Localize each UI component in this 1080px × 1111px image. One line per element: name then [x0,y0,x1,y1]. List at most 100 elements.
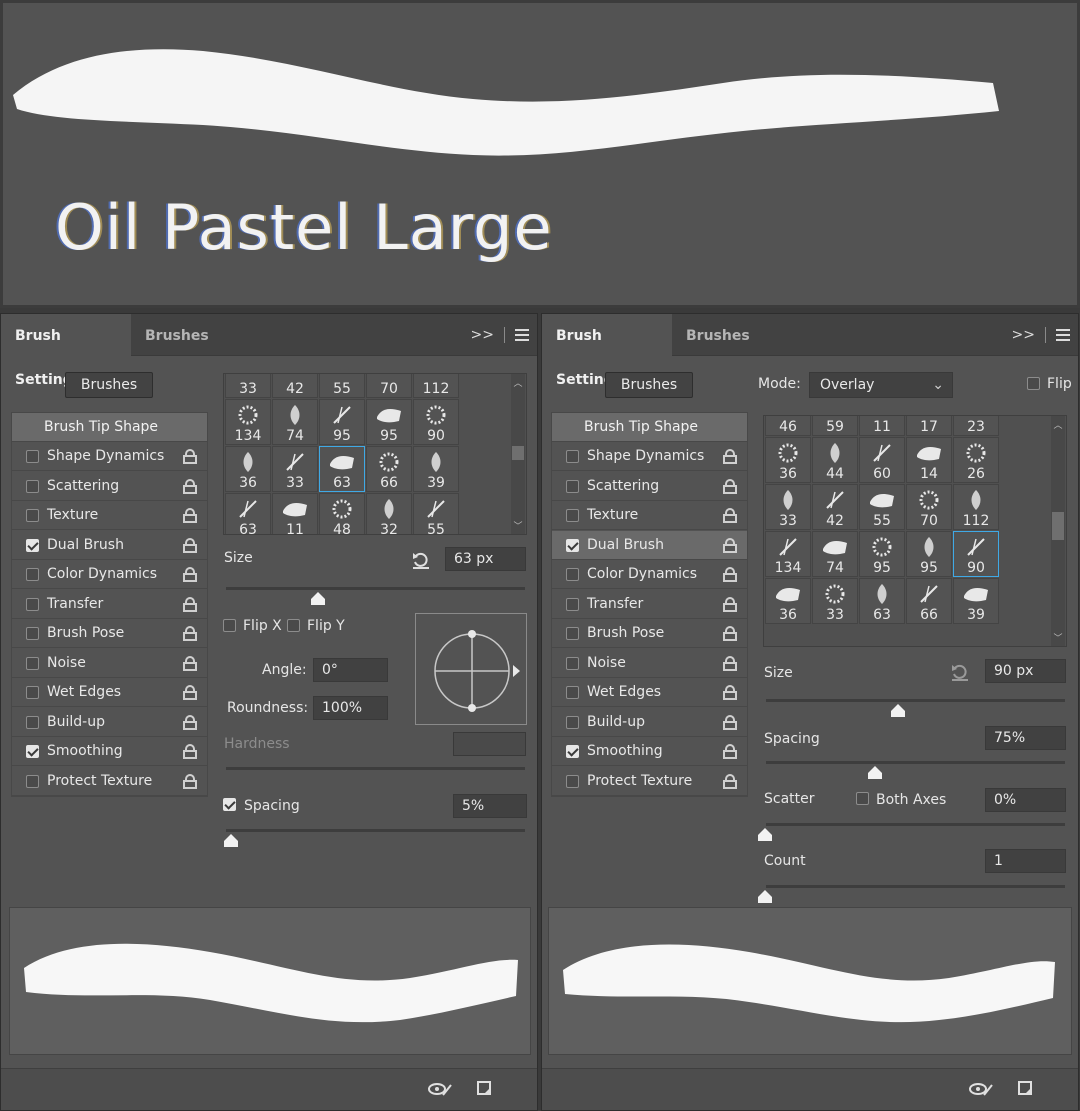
brush-tip-cell[interactable]: 60 [859,437,905,483]
brush-tip-cell[interactable]: 55 [413,493,459,534]
brush-tip-cell[interactable]: 95 [906,531,952,577]
option-checkbox[interactable] [26,597,39,611]
reset-size-icon[interactable] [950,662,970,686]
lock-icon[interactable] [183,655,197,671]
roundness-field[interactable]: 100% [313,696,388,720]
option-checkbox[interactable] [26,627,39,640]
spacing-slider-track[interactable] [766,761,1065,764]
collapse-panels-icon[interactable]: >> [1012,327,1035,343]
lock-icon[interactable] [723,449,737,464]
option-build-up[interactable]: Build-up [552,708,747,737]
brush-tip-cell[interactable]: 36 [225,446,271,492]
mode-select[interactable]: Overlay ⌄ [809,372,953,398]
lock-icon[interactable] [723,478,737,494]
option-protect-texture[interactable]: Protect Texture [552,767,747,796]
tab-brushes[interactable]: Brushes [672,314,764,356]
option-checkbox[interactable] [26,509,39,522]
scatter-slider-track[interactable] [766,823,1065,826]
brush-tip-cell[interactable]: 90 [953,531,999,577]
brushes-button[interactable]: Brushes [605,372,693,398]
brush-tip-cell[interactable]: 63 [225,493,271,534]
option-dual-brush[interactable]: Dual Brush [12,531,207,560]
lock-icon[interactable] [723,567,737,582]
option-checkbox[interactable] [26,568,39,581]
flip-x-checkbox[interactable] [223,619,236,632]
option-smoothing[interactable]: Smoothing [552,737,747,766]
lock-icon[interactable] [723,626,737,641]
option-shape-dynamics[interactable]: Shape Dynamics [552,442,747,471]
toggle-live-tip-icon[interactable] [968,1079,994,1103]
brush-tip-cell[interactable]: 134 [225,399,271,445]
spacing-slider-knob[interactable] [224,834,238,848]
brush-tip-cell[interactable]: 44 [812,437,858,483]
brush-tip-cell[interactable]: 36 [765,437,811,483]
option-color-dynamics[interactable]: Color Dynamics [552,560,747,589]
brush-tip-cell[interactable]: 32 [366,493,412,534]
brush-tip-cell[interactable]: 90 [413,399,459,445]
tab-brushes[interactable]: Brushes [131,314,223,356]
option-checkbox[interactable] [26,656,39,670]
option-checkbox[interactable] [566,538,579,552]
brush-tip-cell[interactable]: 33 [765,484,811,530]
option-scattering[interactable]: Scattering [12,472,207,501]
option-checkbox[interactable] [26,450,39,463]
option-checkbox[interactable] [26,686,39,699]
spacing-field[interactable]: 5% [453,794,527,818]
option-checkbox[interactable] [566,656,579,670]
scatter-field[interactable]: 0% [985,788,1066,812]
flip-checkbox[interactable] [1027,377,1040,390]
brush-tip-cell[interactable]: 112 [413,374,459,398]
lock-icon[interactable] [183,537,197,553]
flip-y-checkbox[interactable] [287,619,300,632]
brush-tip-cell[interactable]: 74 [272,399,318,445]
toggle-live-tip-icon[interactable] [427,1079,453,1103]
scatter-slider-knob[interactable] [758,828,772,842]
count-field[interactable]: 1 [985,849,1066,873]
brush-grid-scrollbar[interactable]: ︿ ﹀ [1051,416,1065,646]
spacing-slider-knob[interactable] [868,766,882,780]
option-noise[interactable]: Noise [12,649,207,678]
option-checkbox[interactable] [566,627,579,640]
option-wet-edges[interactable]: Wet Edges [12,678,207,707]
brush-tip-cell[interactable]: 14 [906,437,952,483]
option-protect-texture[interactable]: Protect Texture [12,767,207,796]
brush-tip-cell[interactable]: 33 [812,578,858,624]
size-field[interactable]: 63 px [445,547,526,571]
brush-tip-shape-item[interactable]: Brush Tip Shape [552,413,747,442]
option-checkbox[interactable] [566,479,579,493]
option-shape-dynamics[interactable]: Shape Dynamics [12,442,207,471]
lock-icon[interactable] [183,508,197,523]
option-checkbox[interactable] [566,450,579,463]
size-field[interactable]: 90 px [985,659,1066,683]
option-checkbox[interactable] [566,568,579,581]
brush-grid-scrollbar[interactable]: ︿ ﹀ [511,374,525,534]
lock-icon[interactable] [183,685,197,700]
option-transfer[interactable]: Transfer [12,590,207,619]
brush-tip-cell[interactable]: 55 [319,374,365,398]
lock-icon[interactable] [723,537,737,553]
option-checkbox[interactable] [26,538,39,552]
brush-tip-cell[interactable]: 33 [225,374,271,398]
lock-icon[interactable] [183,714,197,730]
brush-tip-cell[interactable]: 11 [272,493,318,534]
brush-tip-cell[interactable]: 63 [859,578,905,624]
count-slider-track[interactable] [766,885,1065,888]
option-dual-brush[interactable]: Dual Brush [552,530,747,560]
option-checkbox[interactable] [26,715,39,729]
option-checkbox[interactable] [26,774,39,788]
brush-tip-cell[interactable]: 46 [765,416,811,436]
brush-tip-cell[interactable]: 36 [765,578,811,624]
lock-icon[interactable] [723,714,737,730]
brush-tip-cell[interactable]: 95 [859,531,905,577]
tab-brush-settings[interactable]: Brush Settings [1,314,131,388]
lock-icon[interactable] [723,773,737,789]
collapse-panels-icon[interactable]: >> [471,327,494,343]
panel-menu-icon[interactable] [1056,329,1070,341]
option-checkbox[interactable] [566,686,579,699]
lock-icon[interactable] [183,744,197,759]
brush-tip-cell[interactable]: 17 [906,416,952,436]
option-checkbox[interactable] [26,479,39,493]
spacing-checkbox[interactable] [223,798,236,811]
option-noise[interactable]: Noise [552,649,747,678]
brush-tip-cell[interactable]: 134 [765,531,811,577]
